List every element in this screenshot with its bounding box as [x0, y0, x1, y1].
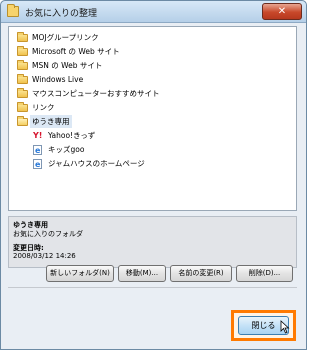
- title-bar[interactable]: お気に入りの整理 ✕: [1, 1, 306, 23]
- folder-icon: [17, 102, 28, 112]
- tree-item-label: キッズgoo: [48, 145, 85, 154]
- folder-icon: [17, 32, 28, 42]
- delete-button[interactable]: 削除(D)...: [236, 265, 293, 282]
- tree-item-label: MSN の Web サイト: [32, 61, 103, 70]
- folder-icon: [17, 74, 28, 84]
- folder-icon: [17, 88, 28, 98]
- rename-button[interactable]: 名前の変更(R): [170, 265, 232, 282]
- tree-item-label: リンク: [32, 103, 55, 112]
- folder-icon: [17, 46, 28, 56]
- favorites-tree[interactable]: MOJグループリンク Microsoft の Web サイト MSN の Web…: [8, 26, 297, 211]
- internet-shortcut-icon: [33, 158, 42, 171]
- window-close-button[interactable]: ✕: [262, 3, 302, 20]
- internet-shortcut-icon: [33, 144, 42, 157]
- details-type: お気に入りのフォルダ: [13, 230, 83, 238]
- folder-icon: [17, 60, 28, 70]
- tree-item-label: ゆうき専用: [30, 115, 72, 128]
- details-modified-value: 2008/03/12 14:26: [13, 252, 76, 260]
- yahoo-icon: Y!: [33, 131, 43, 140]
- tree-item-label: Yahoo!きっず: [48, 131, 96, 140]
- tree-item-label: ジャムハウスのホームページ: [48, 159, 145, 168]
- tree-item-label: Microsoft の Web サイト: [32, 47, 120, 56]
- move-button[interactable]: 移動(M)...: [118, 265, 166, 282]
- details-panel: ゆうき専用 お気に入りのフォルダ 変更日時: 2008/03/12 14:26: [8, 216, 297, 268]
- window-title: お気に入りの整理: [25, 9, 98, 19]
- tree-item-label: マウスコンピューターおすすめサイト: [32, 89, 160, 98]
- tree-item-label: MOJグループリンク: [32, 33, 99, 42]
- mouse-cursor-icon: [280, 320, 290, 334]
- separator: [8, 287, 297, 288]
- new-folder-button[interactable]: 新しいフォルダ(N): [46, 265, 114, 282]
- tree-item-label: Windows Live: [32, 75, 84, 84]
- open-folder-icon: [17, 116, 28, 126]
- folder-icon: [7, 4, 19, 17]
